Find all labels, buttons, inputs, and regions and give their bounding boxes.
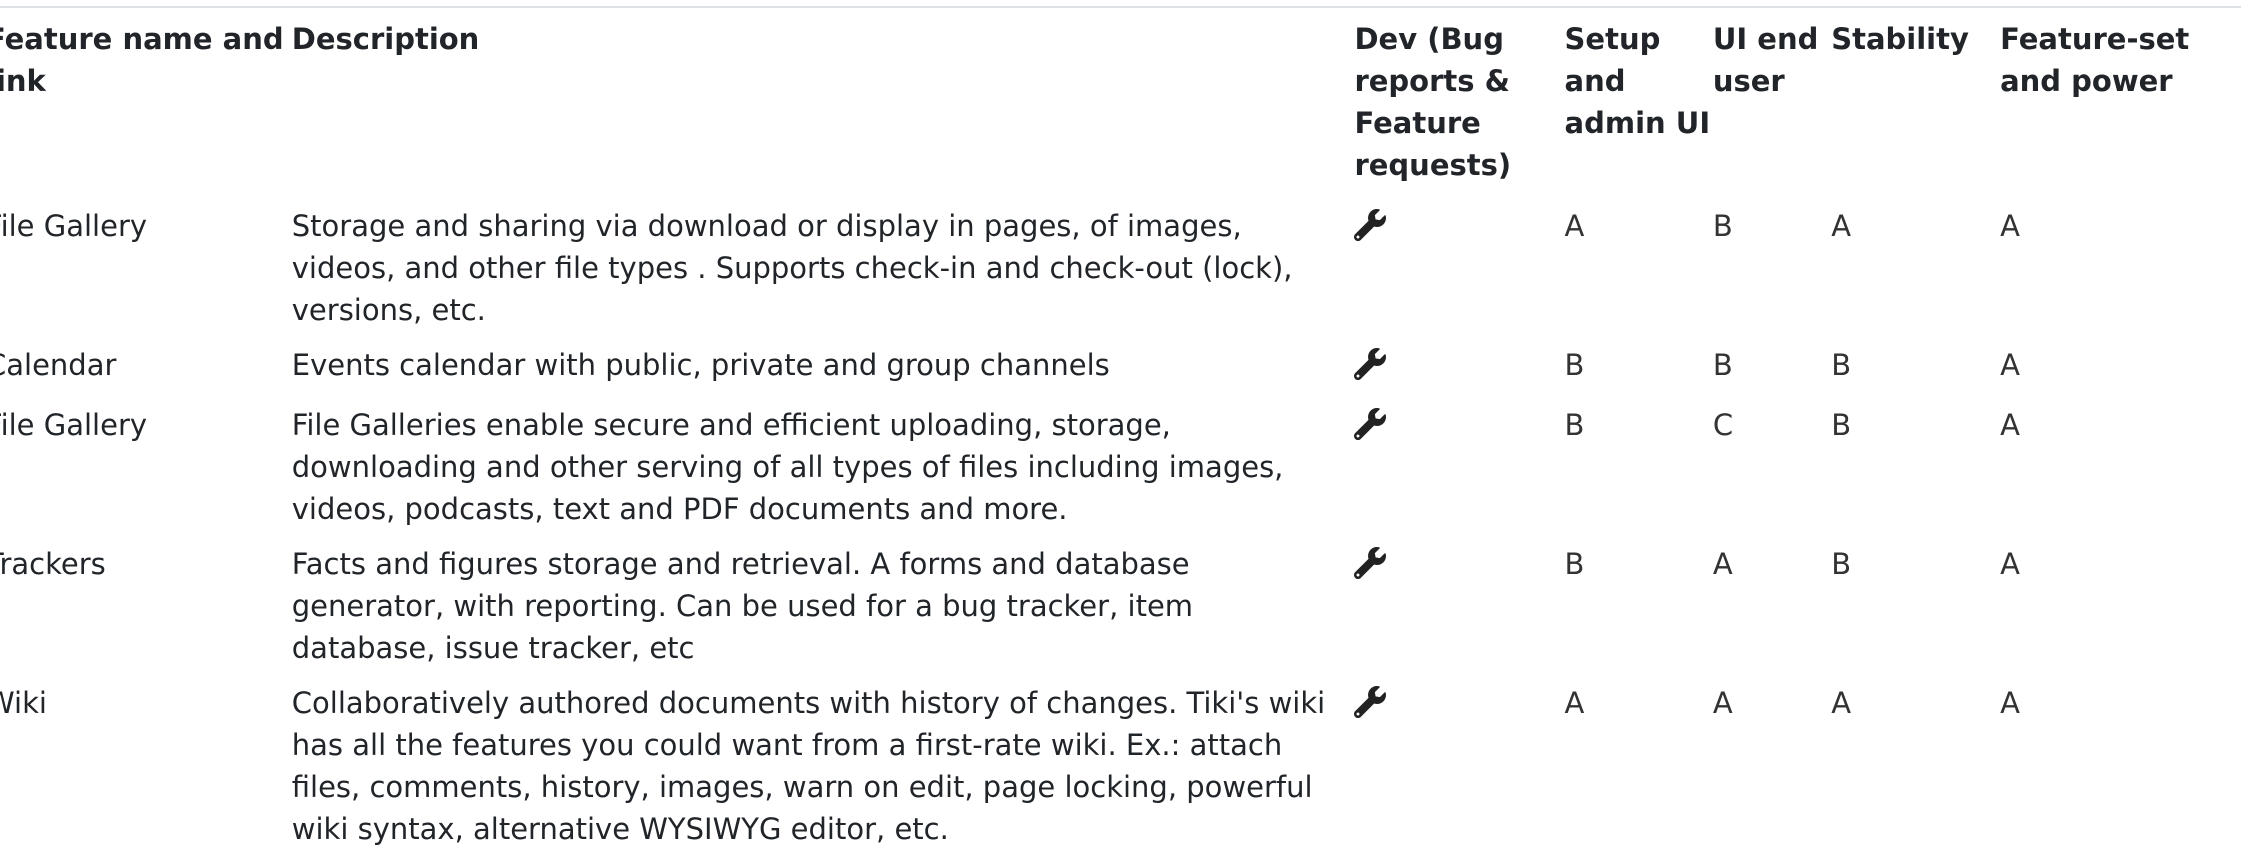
grade-setup: B xyxy=(1564,547,1585,581)
header-row: Feature name and link Description Dev (B… xyxy=(0,8,2227,196)
grade-ui: A xyxy=(1712,547,1733,581)
feature-link[interactable]: File Gallery xyxy=(0,209,147,243)
table-row: File Gallery Storage and sharing via dow… xyxy=(0,196,2227,335)
grade-stability: B xyxy=(1831,348,1852,382)
grade-setup: A xyxy=(1564,209,1585,243)
feature-description: File Galleries enable secure and efficie… xyxy=(291,408,1284,526)
header-power: Feature-set and power xyxy=(2000,22,2190,98)
grade-stability: A xyxy=(1831,209,1852,243)
grade-power: A xyxy=(2000,686,2020,720)
feature-link[interactable]: Trackers xyxy=(0,547,106,581)
header-description: Description xyxy=(291,22,480,56)
grade-ui: A xyxy=(1712,686,1733,720)
grade-ui: B xyxy=(1712,348,1733,382)
table-row: Wiki Collaboratively authored documents … xyxy=(0,673,2227,854)
wrench-icon[interactable] xyxy=(1354,408,1387,440)
feature-link[interactable]: File Gallery xyxy=(0,408,147,442)
feature-description: Events calendar with public, private and… xyxy=(291,348,1110,382)
wrench-icon[interactable] xyxy=(1354,348,1387,380)
header-setup: Setup and admin UI xyxy=(1564,22,1711,140)
grade-power: A xyxy=(2000,209,2020,243)
header-feature-name: Feature name and link xyxy=(0,22,284,98)
grade-stability: A xyxy=(1831,686,1852,720)
table-row: Calendar Events calendar with public, pr… xyxy=(0,335,2227,395)
wrench-icon[interactable] xyxy=(1354,686,1387,718)
grade-setup: B xyxy=(1564,348,1585,382)
table-row: File Gallery File Galleries enable secur… xyxy=(0,395,2227,534)
feature-description: Storage and sharing via download or disp… xyxy=(291,209,1293,327)
grade-power: A xyxy=(2000,547,2020,581)
features-table: Feature name and link Description Dev (B… xyxy=(0,8,2227,854)
grade-setup: B xyxy=(1564,408,1585,442)
feature-link[interactable]: Calendar xyxy=(0,348,116,382)
header-ui: UI end user xyxy=(1712,22,1819,98)
grade-power: A xyxy=(2000,408,2020,442)
grade-ui: B xyxy=(1712,209,1733,243)
feature-link[interactable]: Wiki xyxy=(0,686,47,720)
grade-setup: A xyxy=(1564,686,1585,720)
grade-stability: B xyxy=(1831,408,1852,442)
grade-stability: B xyxy=(1831,547,1852,581)
wrench-icon[interactable] xyxy=(1354,209,1387,241)
header-stability: Stability xyxy=(1831,22,1969,56)
table-row: Trackers Facts and figures storage and r… xyxy=(0,534,2227,673)
feature-description: Facts and figures storage and retrieval.… xyxy=(291,547,1194,665)
wrench-icon[interactable] xyxy=(1354,547,1387,579)
grade-ui: C xyxy=(1712,408,1734,442)
grade-power: A xyxy=(2000,348,2020,382)
feature-description: Collaboratively authored documents with … xyxy=(291,686,1326,846)
header-dev: Dev (Bug reports & Feature requests) xyxy=(1354,22,1512,182)
